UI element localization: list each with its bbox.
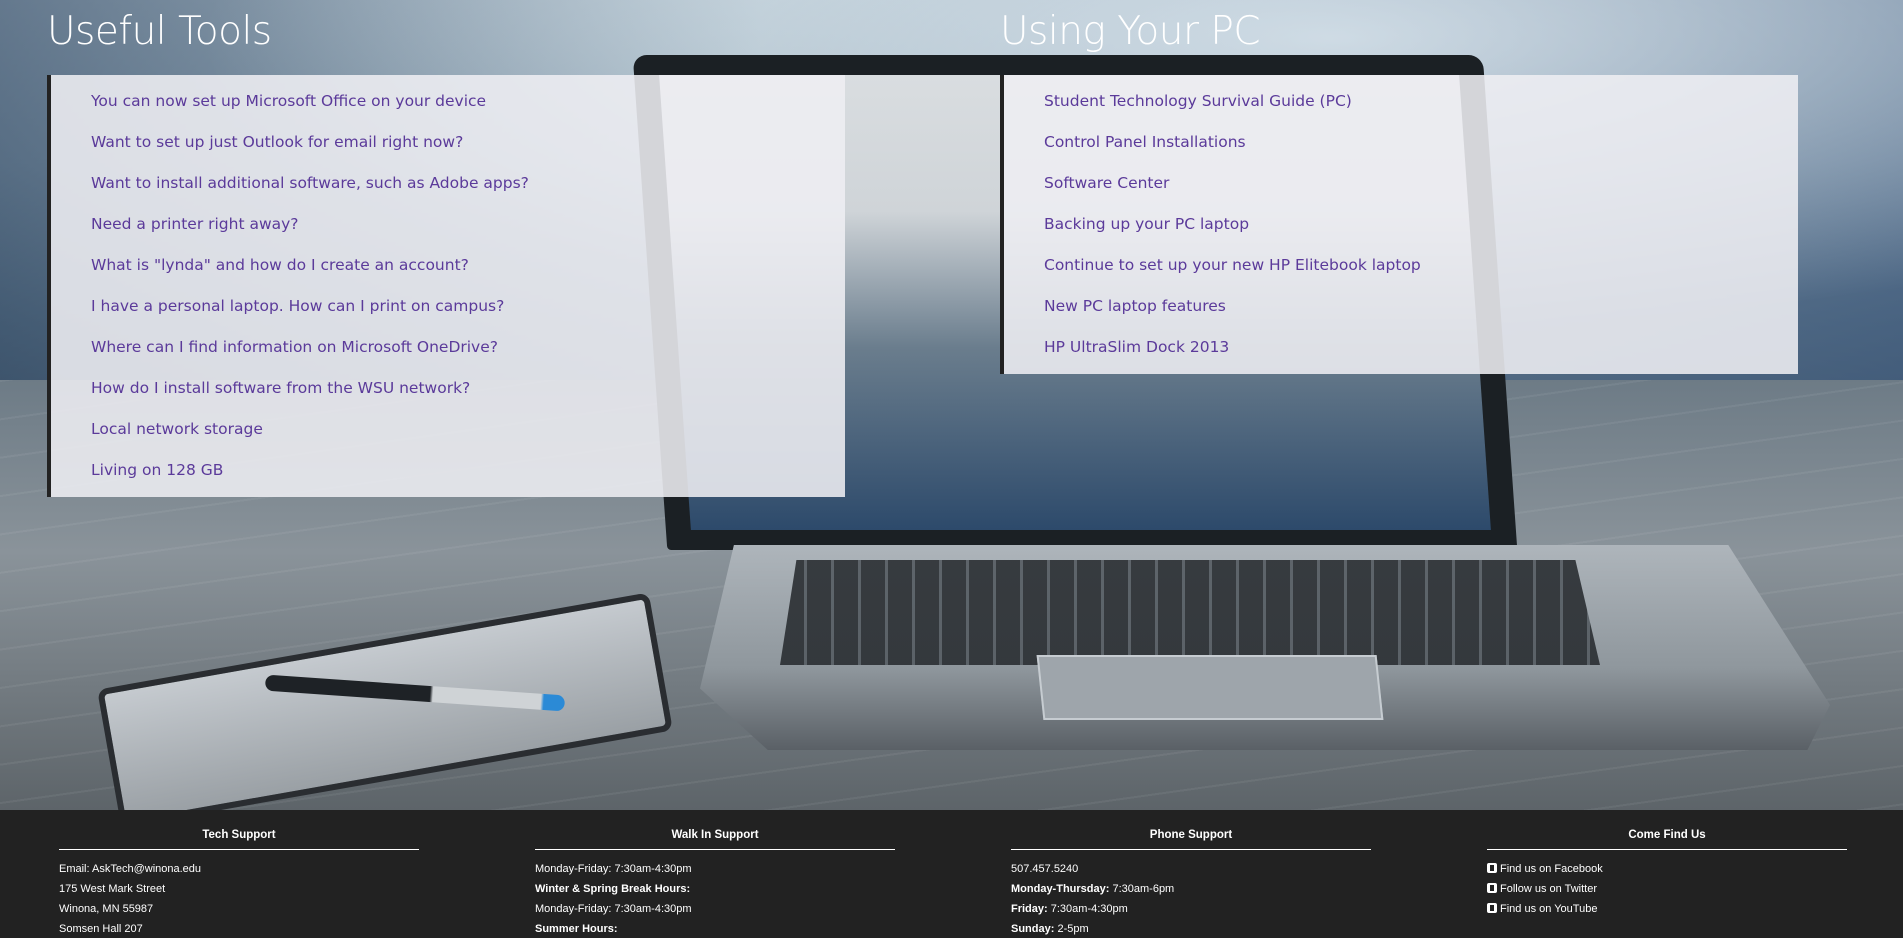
facebook-icon xyxy=(1487,863,1497,873)
link-living-128gb[interactable]: Living on 128 GB xyxy=(51,450,845,491)
twitter-link[interactable]: Follow us on Twitter xyxy=(1487,879,1847,899)
footer-come-find-us: Come Find Us Find us on Facebook Follow … xyxy=(1487,828,1847,919)
main-content: Useful Tools You can now set up Microsof… xyxy=(0,0,1903,810)
walk-in-summer-label: Summer Hours: xyxy=(535,923,618,935)
tech-support-room: Somsen Hall 207 xyxy=(59,923,143,935)
using-your-pc-section: Using Your PC Student Technology Surviva… xyxy=(1000,0,1800,374)
youtube-link[interactable]: Find us on YouTube xyxy=(1487,899,1847,919)
walk-in-break-hours: Monday-Friday: 7:30am-4:30pm xyxy=(535,903,692,915)
footer-walk-in-heading: Walk In Support xyxy=(535,828,895,850)
footer-social-heading: Come Find Us xyxy=(1487,828,1847,850)
link-control-panel[interactable]: Control Panel Installations xyxy=(1004,122,1798,163)
link-setup-outlook[interactable]: Want to set up just Outlook for email ri… xyxy=(51,122,845,163)
footer-phone-support: Phone Support 507.457.5240 Monday-Thursd… xyxy=(1011,828,1371,938)
tech-support-email[interactable]: Email: AskTech@winona.edu xyxy=(59,859,419,879)
using-your-pc-title: Using Your PC xyxy=(1000,9,1261,54)
link-local-network-storage[interactable]: Local network storage xyxy=(51,409,845,450)
link-lynda[interactable]: What is "lynda" and how do I create an a… xyxy=(51,245,845,286)
link-software-center[interactable]: Software Center xyxy=(1004,163,1798,204)
useful-tools-title: Useful Tools xyxy=(47,9,272,54)
footer-tech-support: Tech Support Email: AskTech@winona.edu 1… xyxy=(59,828,419,938)
link-wsu-network-software[interactable]: How do I install software from the WSU n… xyxy=(51,368,845,409)
using-your-pc-panel: Student Technology Survival Guide (PC) C… xyxy=(1000,75,1798,374)
useful-tools-panel: You can now set up Microsoft Office on y… xyxy=(47,75,845,497)
link-install-software[interactable]: Want to install additional software, suc… xyxy=(51,163,845,204)
twitter-icon xyxy=(1487,883,1497,893)
phone-number[interactable]: 507.457.5240 xyxy=(1011,859,1371,879)
link-laptop-features[interactable]: New PC laptop features xyxy=(1004,286,1798,327)
tech-support-street: 175 West Mark Street xyxy=(59,883,166,895)
link-ultraslim-dock[interactable]: HP UltraSlim Dock 2013 xyxy=(1004,327,1798,368)
useful-tools-section: Useful Tools You can now set up Microsof… xyxy=(47,0,847,497)
link-survival-guide[interactable]: Student Technology Survival Guide (PC) xyxy=(1004,81,1798,122)
youtube-icon xyxy=(1487,903,1497,913)
phone-sunday: Sunday: 2-5pm xyxy=(1011,923,1089,935)
footer-tech-support-heading: Tech Support xyxy=(59,828,419,850)
site-footer: Tech Support Email: AskTech@winona.edu 1… xyxy=(0,810,1903,938)
walk-in-hours: Monday-Friday: 7:30am-4:30pm xyxy=(535,863,692,875)
walk-in-break-label: Winter & Spring Break Hours: xyxy=(535,883,691,895)
link-elitebook-setup[interactable]: Continue to set up your new HP Elitebook… xyxy=(1004,245,1798,286)
link-personal-laptop-print[interactable]: I have a personal laptop. How can I prin… xyxy=(51,286,845,327)
phone-mon-thu: Monday-Thursday: 7:30am-6pm xyxy=(1011,883,1175,895)
footer-walk-in-support: Walk In Support Monday-Friday: 7:30am-4:… xyxy=(535,828,895,938)
link-backup-laptop[interactable]: Backing up your PC laptop xyxy=(1004,204,1798,245)
facebook-link[interactable]: Find us on Facebook xyxy=(1487,859,1847,879)
link-setup-office[interactable]: You can now set up Microsoft Office on y… xyxy=(51,81,845,122)
link-printer[interactable]: Need a printer right away? xyxy=(51,204,845,245)
link-onedrive[interactable]: Where can I find information on Microsof… xyxy=(51,327,845,368)
footer-phone-heading: Phone Support xyxy=(1011,828,1371,850)
tech-support-city: Winona, MN 55987 xyxy=(59,903,154,915)
phone-friday: Friday: 7:30am-4:30pm xyxy=(1011,903,1128,915)
